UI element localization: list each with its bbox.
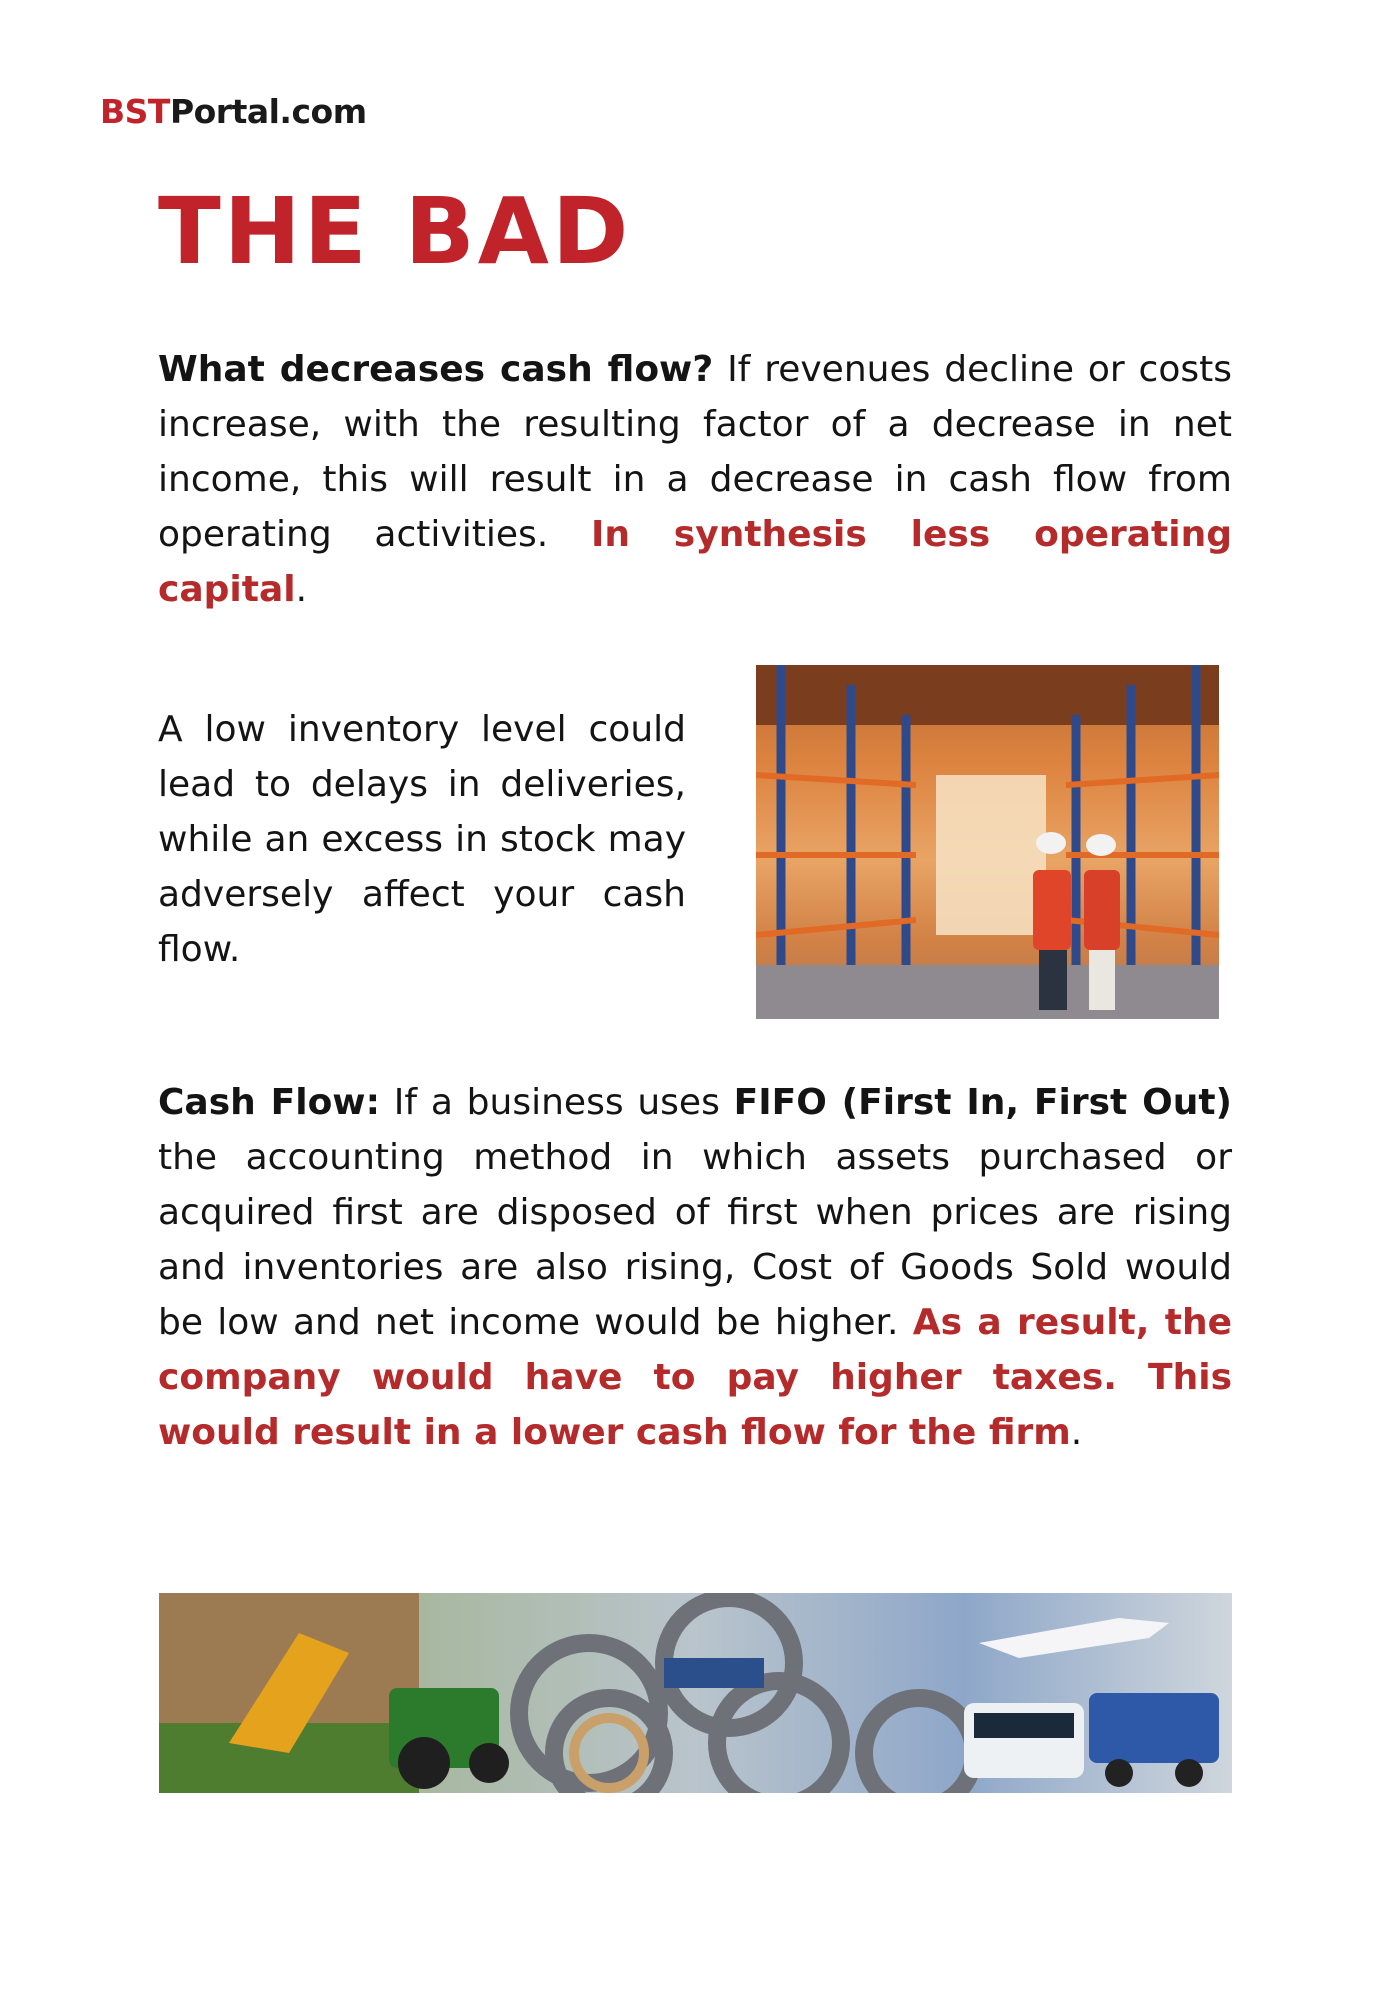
paragraph-end: . — [1070, 1412, 1083, 1453]
paragraph-end: . — [295, 569, 308, 610]
industry-banner-image — [159, 1593, 1232, 1793]
paragraph-lead: What decreases cash flow? — [158, 349, 714, 390]
paragraph-fifo-term: FIFO (First In, First Out) — [733, 1082, 1232, 1123]
paragraph-lead: Cash Flow: — [158, 1082, 380, 1123]
paragraph-cash-flow-decrease: What decreases cash flow? If revenues de… — [158, 342, 1232, 617]
brand-rest: Portal.com — [169, 92, 367, 131]
brand-logo: BSTPortal.com — [100, 92, 367, 131]
paragraph-inventory: A low inventory level could lead to dela… — [158, 709, 686, 970]
paragraph-fifo-cash-flow: Cash Flow: If a business uses FIFO (Firs… — [158, 1075, 1232, 1460]
paragraph-text: If a business uses — [379, 1082, 734, 1123]
brand-accent: BST — [100, 92, 170, 131]
page-title: THE BAD — [158, 178, 632, 285]
warehouse-image — [756, 665, 1219, 1019]
